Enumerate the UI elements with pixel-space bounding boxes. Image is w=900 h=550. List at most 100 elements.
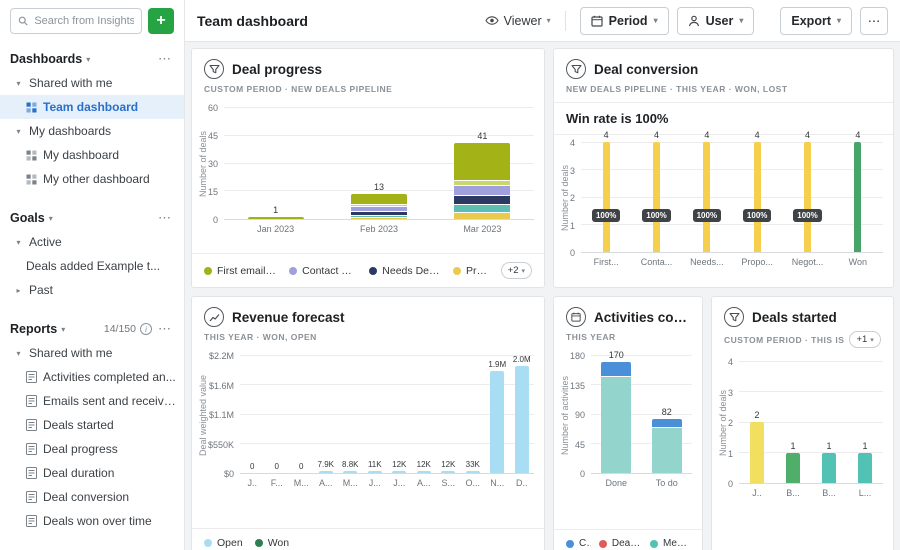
sidebar-group-reports-shared[interactable]: ▾ Shared with me bbox=[0, 341, 184, 365]
bar-segment bbox=[703, 142, 710, 252]
chevron-down-icon[interactable]: ▾ bbox=[61, 325, 65, 334]
bar[interactable] bbox=[652, 419, 682, 473]
export-button[interactable]: Export ▾ bbox=[780, 7, 852, 35]
sidebar-group-my-dashboards[interactable]: ▾ My dashboards bbox=[0, 119, 184, 143]
goals-title[interactable]: Goals bbox=[10, 211, 45, 225]
bar[interactable] bbox=[454, 143, 510, 219]
dashboards-menu-button[interactable]: ⋯ bbox=[156, 51, 174, 67]
chevron-down-icon: ▾ bbox=[739, 16, 743, 25]
bar-segment bbox=[454, 185, 510, 194]
value-label: 1.9M bbox=[488, 360, 506, 369]
legend-item[interactable]: Open bbox=[204, 537, 243, 549]
legend-dot bbox=[599, 540, 607, 548]
chevron-down-icon[interactable]: ▾ bbox=[49, 214, 53, 223]
bar[interactable] bbox=[319, 471, 333, 473]
bar[interactable] bbox=[515, 366, 529, 473]
bar[interactable] bbox=[854, 142, 861, 252]
dashboards-title[interactable]: Dashboards bbox=[10, 52, 82, 66]
bar[interactable] bbox=[601, 362, 631, 473]
reports-menu-button[interactable]: ⋯ bbox=[156, 321, 174, 337]
bar-segment bbox=[454, 143, 510, 180]
sidebar-group-past-goals[interactable]: ▸ Past bbox=[0, 278, 184, 302]
chevron-right-icon: ▸ bbox=[14, 286, 23, 295]
card-title[interactable]: Revenue forecast bbox=[232, 310, 345, 325]
bar[interactable] bbox=[804, 142, 811, 252]
legend-item[interactable]: First email sent bbox=[204, 265, 277, 277]
legend-item[interactable]: Call bbox=[566, 538, 591, 549]
report-icon bbox=[26, 419, 37, 431]
search-input[interactable] bbox=[34, 15, 134, 27]
period-button[interactable]: Period ▾ bbox=[580, 7, 669, 35]
card-title[interactable]: Deals started bbox=[752, 310, 837, 325]
card-title[interactable]: Deal progress bbox=[232, 62, 322, 77]
sidebar-item-report-deal-conversion[interactable]: Deal conversion bbox=[0, 485, 184, 509]
reports-title[interactable]: Reports bbox=[10, 322, 57, 336]
chevron-down-icon[interactable]: ▾ bbox=[86, 55, 90, 64]
reports-section-header: Reports ▾ 14/150 i ⋯ bbox=[0, 312, 184, 341]
sidebar-item-report-deal-progress[interactable]: Deal progress bbox=[0, 437, 184, 461]
bar[interactable] bbox=[368, 471, 382, 473]
bar[interactable] bbox=[466, 471, 480, 473]
legend-item[interactable]: Propo bbox=[453, 265, 489, 277]
topbar: Team dashboard Viewer ▾ Period ▾ User ▾ … bbox=[185, 0, 900, 42]
legend-item[interactable]: Meeting bbox=[650, 538, 690, 549]
bar[interactable] bbox=[603, 142, 610, 252]
bar-group: 7.9K bbox=[314, 356, 339, 473]
plot-area: 0007.9K8.8K11K12K12K12K33K1.9M2.0M bbox=[240, 356, 534, 474]
forecast-icon bbox=[204, 307, 224, 327]
bar-segment bbox=[343, 471, 357, 473]
sidebar-group-active-goals[interactable]: ▾ Active bbox=[0, 230, 184, 254]
sidebar-item-my-other-dashboard[interactable]: My other dashboard bbox=[0, 167, 184, 191]
sidebar-item-report-deals-started[interactable]: Deals started bbox=[0, 413, 184, 437]
legend-item[interactable]: Won bbox=[255, 537, 289, 549]
x-axis-label: M... bbox=[289, 478, 314, 488]
x-axis-label: Won bbox=[833, 257, 883, 267]
sidebar-item-my-dashboard[interactable]: My dashboard bbox=[0, 143, 184, 167]
page-title: Team dashboard bbox=[197, 13, 308, 29]
search-box[interactable] bbox=[10, 8, 142, 34]
sidebar-item-report-emails-sent[interactable]: Emails sent and received bbox=[0, 389, 184, 413]
legend-item[interactable]: Contact Made bbox=[289, 265, 357, 277]
sidebar-item-report-activities-completed[interactable]: Activities completed an... bbox=[0, 365, 184, 389]
bar[interactable] bbox=[490, 371, 504, 473]
sidebar-item-report-deal-duration[interactable]: Deal duration bbox=[0, 461, 184, 485]
sidebar-group-shared-with-me[interactable]: ▾ Shared with me bbox=[0, 71, 184, 95]
bar[interactable] bbox=[441, 471, 455, 473]
bar[interactable] bbox=[343, 471, 357, 473]
legend-item[interactable]: Deadline bbox=[599, 538, 642, 549]
bar-group: 2 bbox=[739, 362, 775, 483]
bar-group: 41 bbox=[431, 108, 534, 219]
legend-more-button[interactable]: +2▾ bbox=[501, 262, 532, 279]
deal-conversion-chart: Number of deals432104100%4100%4100%4100%… bbox=[554, 135, 893, 267]
bar[interactable] bbox=[703, 142, 710, 252]
card-title[interactable]: Deal conversion bbox=[594, 62, 698, 77]
bar[interactable] bbox=[754, 142, 761, 252]
legend-dot bbox=[204, 267, 212, 275]
card-title[interactable]: Activities complete… bbox=[594, 310, 690, 325]
goals-menu-button[interactable]: ⋯ bbox=[156, 210, 174, 226]
subtitle-more-button[interactable]: +1▾ bbox=[849, 331, 880, 348]
bar-segment bbox=[652, 427, 682, 473]
bar[interactable] bbox=[750, 422, 764, 483]
bar[interactable] bbox=[858, 453, 872, 484]
bar[interactable] bbox=[417, 471, 431, 473]
sidebar-item-team-dashboard[interactable]: Team dashboard bbox=[0, 95, 184, 119]
more-options-button[interactable]: ⋯ bbox=[860, 7, 888, 35]
sidebar-item-goal-deals-added[interactable]: Deals added Example t... bbox=[0, 254, 184, 278]
bar[interactable] bbox=[822, 453, 836, 484]
bar[interactable] bbox=[351, 194, 407, 219]
info-icon[interactable]: i bbox=[140, 323, 152, 335]
sidebar-item-report-deals-won-over-time[interactable]: Deals won over time bbox=[0, 509, 184, 533]
bar[interactable] bbox=[653, 142, 660, 252]
viewer-dropdown[interactable]: Viewer ▾ bbox=[485, 14, 551, 28]
add-button[interactable]: + bbox=[148, 8, 174, 34]
bar-segment bbox=[466, 471, 480, 473]
percent-badge: 100% bbox=[592, 209, 620, 222]
legend-item[interactable]: Needs Defined bbox=[369, 265, 441, 277]
bar-segment bbox=[392, 471, 406, 473]
bar[interactable] bbox=[786, 453, 800, 484]
user-button[interactable]: User ▾ bbox=[677, 7, 755, 35]
bar[interactable] bbox=[392, 471, 406, 473]
x-axis-label: First... bbox=[581, 257, 631, 267]
bar[interactable] bbox=[248, 217, 304, 219]
